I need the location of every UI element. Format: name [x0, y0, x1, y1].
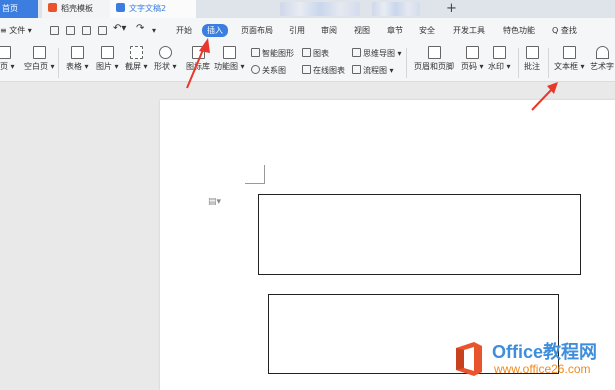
arrow-head-icon: [199, 38, 210, 53]
arrow-to-text-box: [531, 87, 554, 111]
annotation-arrows: [186, 38, 558, 111]
watermark-url: www.office26.com: [494, 362, 591, 376]
office-logo-icon: [456, 342, 482, 376]
watermark-brand: Office教程网: [492, 342, 598, 362]
